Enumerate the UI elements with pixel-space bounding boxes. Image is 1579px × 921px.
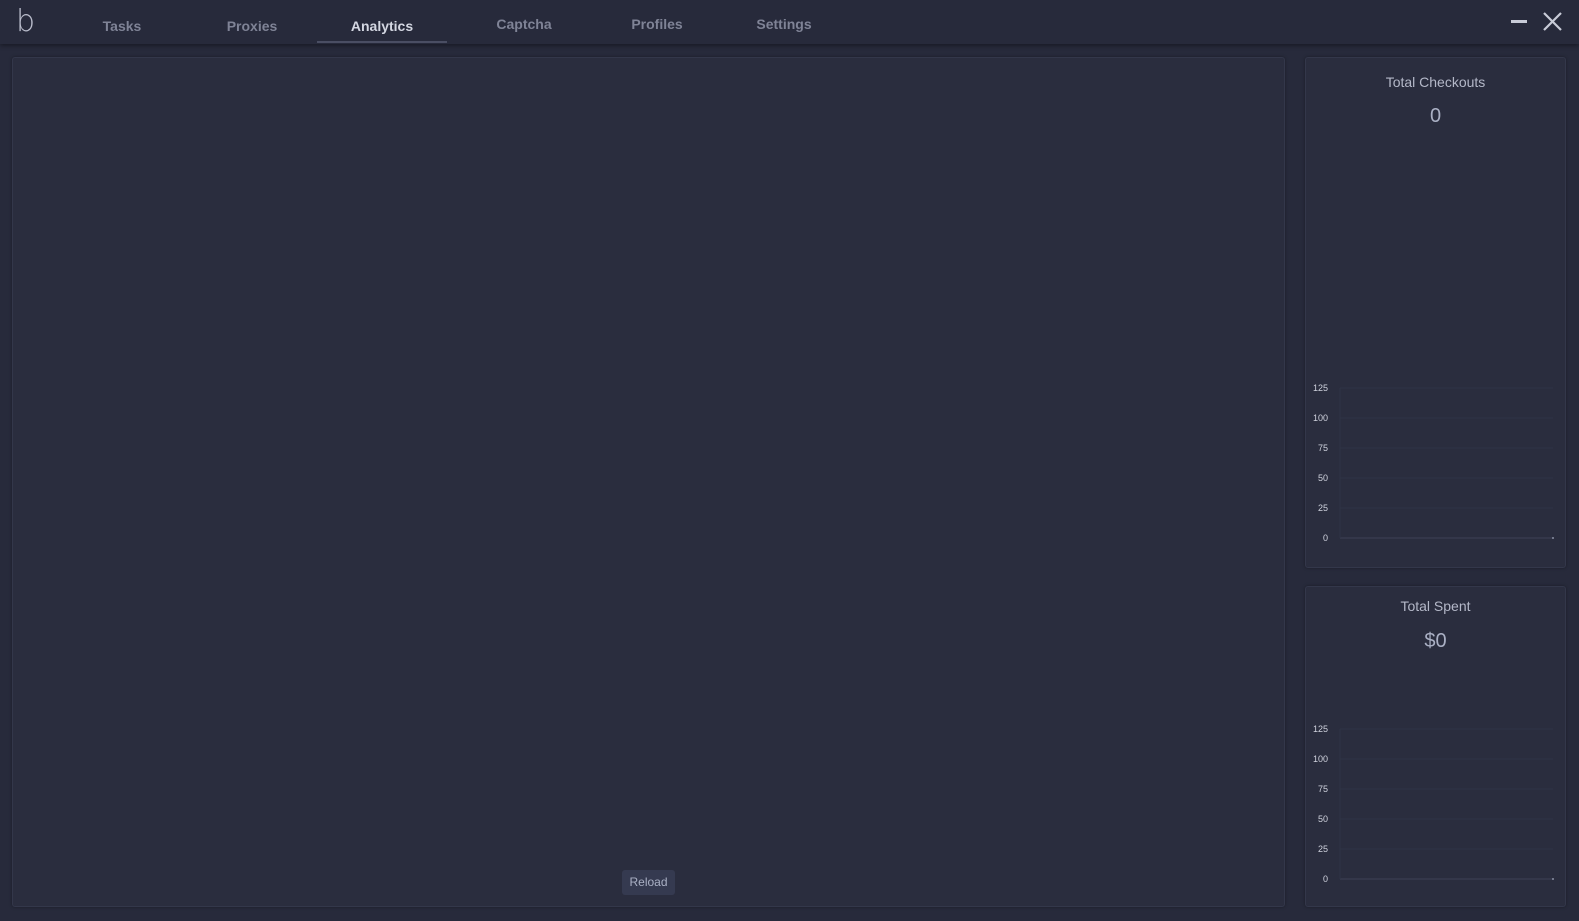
analytics-main-panel (12, 57, 1285, 907)
total-spent-card: Total Spent $0 0 25 50 75 100 125 (1305, 586, 1566, 907)
data-point (1552, 537, 1554, 539)
reload-button[interactable]: Reload (622, 870, 675, 895)
tab-captcha[interactable]: Captcha (490, 13, 558, 39)
y-tick-label: 0 (1323, 533, 1328, 543)
y-tick-label: 125 (1313, 383, 1328, 393)
top-bar: b Tasks Proxies Analytics Captcha Profil… (0, 0, 1579, 44)
y-tick-label: 75 (1318, 443, 1328, 453)
total-spent-title: Total Spent (1400, 598, 1471, 614)
y-tick-label: 125 (1313, 724, 1328, 734)
total-spent-value: $0 (1424, 630, 1447, 652)
y-tick-label: 0 (1323, 874, 1328, 884)
checkouts-chart: 0 25 50 75 100 125 (1313, 383, 1554, 543)
y-tick-label: 25 (1318, 844, 1328, 854)
y-tick-label: 100 (1313, 413, 1328, 423)
tab-profiles[interactable]: Profiles (622, 13, 692, 39)
total-checkouts-value: 0 (1429, 105, 1442, 127)
y-tick-label: 50 (1318, 814, 1328, 824)
data-point (1552, 878, 1554, 880)
tab-settings[interactable]: Settings (748, 13, 820, 39)
spent-chart: 0 25 50 75 100 125 (1313, 724, 1554, 884)
y-tick-label: 75 (1318, 784, 1328, 794)
close-icon[interactable] (1541, 10, 1565, 34)
total-checkouts-title: Total Checkouts (1385, 74, 1486, 90)
app-logo: b (16, 4, 36, 39)
tab-proxies[interactable]: Proxies (220, 15, 284, 41)
y-tick-label: 50 (1318, 473, 1328, 483)
minimize-icon[interactable] (1508, 10, 1532, 34)
tab-analytics[interactable]: Analytics (317, 15, 447, 43)
y-tick-label: 25 (1318, 503, 1328, 513)
tab-tasks[interactable]: Tasks (92, 15, 152, 41)
y-tick-label: 100 (1313, 754, 1328, 764)
total-checkouts-card: Total Checkouts 0 0 25 50 75 100 125 (1305, 57, 1566, 568)
